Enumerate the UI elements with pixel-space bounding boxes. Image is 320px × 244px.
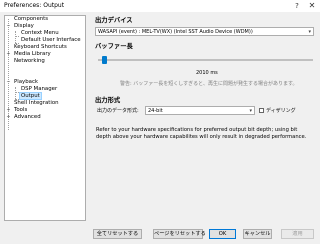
ok-button[interactable]: OK: [209, 229, 236, 239]
output-format-description: Refer to your hardware specifications fo…: [96, 127, 307, 140]
chevron-down-icon: ▾: [308, 29, 311, 35]
tree-item-advanced[interactable]: Advanced: [13, 114, 42, 121]
output-device-dropdown[interactable]: WASAPI (event) : MEL-TV(WX) (Intel SST A…: [95, 27, 314, 36]
tree-connector: [15, 36, 19, 37]
tree-item-default-user-interface[interactable]: Default User Interface: [20, 37, 82, 44]
buffer-length-slider[interactable]: [98, 59, 313, 61]
preferences-tree[interactable]: Components − Display Context Menu Defaul…: [4, 15, 86, 221]
window-title: Preferences: Output: [4, 2, 65, 9]
dithering-label[interactable]: ディザリング: [266, 108, 296, 114]
tree-connector: [15, 92, 19, 93]
tree-item-tools[interactable]: Tools: [13, 107, 28, 114]
cancel-button[interactable]: キャンセル: [243, 229, 272, 239]
dithering-checkbox[interactable]: [259, 108, 264, 113]
tree-item-keyboard-shortcuts[interactable]: Keyboard Shortcuts: [13, 44, 68, 51]
output-format-value: 24-bit: [148, 108, 163, 114]
output-format-heading: 出力形式: [95, 97, 121, 104]
tree-item-playback[interactable]: Playback: [13, 79, 39, 86]
help-icon[interactable]: ?: [290, 0, 304, 12]
collapse-icon[interactable]: −: [6, 79, 11, 86]
tree-item-shell-integration[interactable]: Shell Integration: [13, 100, 60, 107]
output-format-dropdown[interactable]: 24-bit ▾: [145, 106, 255, 115]
buffer-length-heading: バッファー長: [95, 43, 133, 50]
tree-connector: [15, 87, 16, 99]
output-format-label: 出力のデータ形式:: [97, 108, 139, 114]
expand-icon[interactable]: +: [6, 107, 11, 114]
reset-page-button[interactable]: ページをリセットする: [153, 229, 206, 239]
expand-icon[interactable]: +: [6, 51, 11, 58]
tree-item-components[interactable]: Components: [13, 16, 49, 23]
collapse-icon[interactable]: −: [6, 23, 11, 30]
reset-all-button[interactable]: 全てリセットする: [93, 229, 142, 239]
tree-item-output[interactable]: Output: [19, 92, 42, 100]
buffer-length-slider-handle[interactable]: [102, 56, 108, 64]
buffer-length-value: 2010 ms: [196, 70, 218, 76]
tree-item-networking[interactable]: Networking: [13, 58, 46, 65]
expand-icon[interactable]: +: [6, 114, 11, 121]
tree-item-media-library[interactable]: Media Library: [13, 51, 52, 58]
close-icon[interactable]: ✕: [305, 0, 319, 12]
output-device-value: WASAPI (event) : MEL-TV(WX) (Intel SST A…: [98, 29, 253, 35]
apply-button[interactable]: 適用: [281, 229, 314, 239]
tree-item-dsp-manager[interactable]: DSP Manager: [20, 86, 58, 93]
tree-item-display[interactable]: Display: [13, 23, 35, 30]
chevron-down-icon: ▾: [249, 108, 252, 114]
tree-connector: [15, 31, 16, 43]
buffer-warning-text: 警告: バッファー長を短くしすぎると、再生に問題が発生する場合があります。: [120, 81, 298, 87]
tree-item-context-menu[interactable]: Context Menu: [20, 30, 60, 37]
output-device-heading: 出力デバイス: [95, 17, 133, 24]
